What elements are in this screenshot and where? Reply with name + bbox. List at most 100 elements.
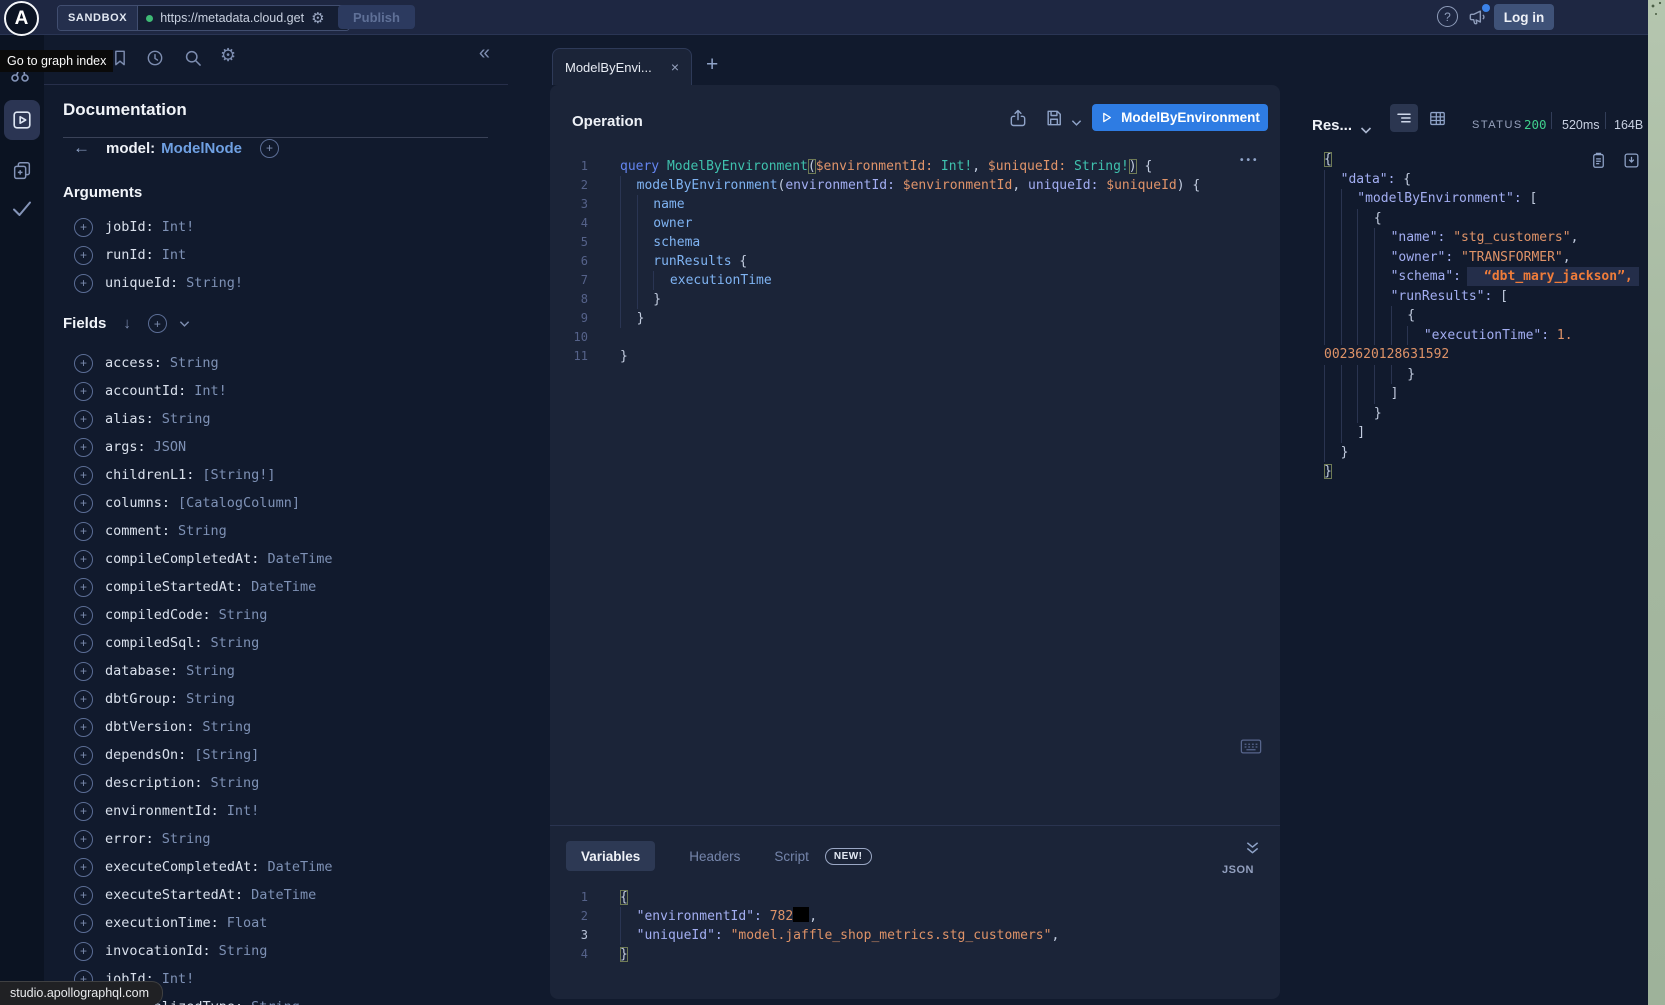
field-name[interactable]: alias: (105, 411, 154, 427)
keyboard-shortcuts-icon[interactable] (1240, 738, 1262, 760)
add-to-query-button[interactable]: + (74, 718, 93, 737)
field-name[interactable]: args: (105, 439, 146, 455)
code-line[interactable]: "executionTime": 1. (1324, 326, 1646, 346)
field-name[interactable]: error: (105, 831, 154, 847)
field-name[interactable]: accountId: (105, 383, 186, 399)
new-tab-button[interactable]: + (706, 53, 718, 77)
field-type[interactable]: JSON (154, 439, 187, 455)
code-line[interactable]: "owner": "TRANSFORMER", (1324, 248, 1646, 268)
code-line[interactable]: } (1324, 365, 1646, 385)
code-line[interactable]: 4owner (550, 214, 1280, 233)
field-type[interactable]: String (162, 831, 211, 847)
code-line[interactable]: 1query ModelByEnvironment($environmentId… (550, 157, 1280, 176)
code-line[interactable]: "schema":“dbt_mary_jackson”, (1324, 267, 1646, 287)
add-to-query-button[interactable]: + (74, 858, 93, 877)
field-type[interactable]: [CatalogColumn] (178, 495, 300, 511)
field-name[interactable]: compiledSql: (105, 635, 203, 651)
code-line[interactable]: } (1324, 443, 1646, 463)
add-to-query-button[interactable]: + (74, 218, 93, 237)
sidebar-item-operation-collections[interactable] (11, 160, 33, 182)
run-operation-button[interactable]: ModelByEnvironment (1092, 104, 1268, 131)
field-name[interactable]: executeStartedAt: (105, 887, 243, 903)
response-type-chevron-icon[interactable] (1360, 122, 1372, 140)
response-tree-view-button[interactable] (1390, 104, 1418, 132)
code-line[interactable]: 3name (550, 195, 1280, 214)
publish-button[interactable]: Publish (338, 5, 415, 29)
field-name[interactable]: description: (105, 775, 203, 791)
save-operation-icon[interactable] (1044, 108, 1064, 133)
announcements-icon[interactable] (1467, 7, 1487, 27)
field-name[interactable]: database: (105, 663, 178, 679)
field-name[interactable]: columns: (105, 495, 170, 511)
field-name[interactable]: dependsOn: (105, 747, 186, 763)
add-to-query-button[interactable]: + (74, 466, 93, 485)
add-to-query-button[interactable]: + (74, 354, 93, 373)
apollo-logo[interactable]: A (4, 1, 39, 36)
breadcrumb-type[interactable]: ModelNode (161, 140, 242, 157)
response-table-view-button[interactable] (1428, 109, 1447, 133)
code-line[interactable]: "name": "stg_customers", (1324, 228, 1646, 248)
code-line[interactable]: "data": { (1324, 170, 1646, 190)
field-type[interactable]: String (211, 775, 260, 791)
field-name[interactable]: compiledCode: (105, 607, 211, 623)
code-line[interactable]: } (1324, 462, 1646, 482)
field-type[interactable]: [String] (194, 747, 259, 763)
add-to-query-button[interactable]: + (74, 802, 93, 821)
field-name[interactable]: jobId: (105, 219, 154, 235)
field-type[interactable]: DateTime (251, 579, 316, 595)
field-name[interactable]: compileCompletedAt: (105, 551, 259, 567)
add-to-query-button[interactable]: + (74, 274, 93, 293)
add-to-query-button[interactable]: + (74, 830, 93, 849)
field-type[interactable]: String (178, 523, 227, 539)
code-line[interactable]: { (1324, 209, 1646, 229)
field-type[interactable]: String (162, 411, 211, 427)
code-line[interactable]: { (1324, 306, 1646, 326)
field-type[interactable]: String (202, 719, 251, 735)
chevron-down-icon[interactable] (179, 315, 190, 333)
field-name[interactable]: dbtVersion: (105, 719, 194, 735)
code-line[interactable]: 5schema (550, 233, 1280, 252)
add-to-query-button[interactable]: + (74, 578, 93, 597)
search-icon[interactable] (183, 48, 203, 73)
tab-script[interactable]: Script (772, 841, 811, 871)
code-line[interactable]: 9} (550, 309, 1280, 328)
endpoint-settings-icon[interactable]: ⚙ (311, 11, 324, 26)
code-line[interactable]: } (1324, 404, 1646, 424)
close-tab-icon[interactable]: × (671, 59, 679, 75)
response-json-viewer[interactable]: {"data": {"modelByEnvironment": [{"name"… (1324, 150, 1646, 482)
field-type[interactable]: String (211, 635, 260, 651)
sort-fields-icon[interactable]: ↓ (123, 315, 131, 332)
field-name[interactable]: executionTime: (105, 915, 219, 931)
field-type[interactable]: Int (162, 247, 186, 263)
field-type[interactable]: String (251, 999, 300, 1005)
collapse-variables-icon[interactable] (1245, 841, 1260, 860)
field-type[interactable]: String (186, 663, 235, 679)
code-line[interactable]: ] (1324, 423, 1646, 443)
add-to-query-button[interactable]: + (74, 246, 93, 265)
code-line[interactable]: 0023620128631592 (1324, 345, 1646, 365)
tab-label[interactable]: ModelByEnvi... (565, 60, 663, 75)
field-type[interactable]: Float (227, 915, 268, 931)
code-line[interactable]: 11} (550, 347, 1280, 366)
settings-gear-icon[interactable]: ⚙ (220, 45, 236, 66)
add-to-query-button[interactable]: + (74, 494, 93, 513)
code-line[interactable]: "modelByEnvironment": [ (1324, 189, 1646, 209)
add-to-query-button[interactable]: + (74, 774, 93, 793)
field-name[interactable]: childrenL1: (105, 467, 194, 483)
graphql-editor[interactable]: 1query ModelByEnvironment($environmentId… (550, 157, 1280, 366)
field-type[interactable]: Int! (162, 971, 195, 987)
collapse-panel-icon[interactable]: « (479, 42, 490, 65)
add-to-query-button[interactable]: + (74, 662, 93, 681)
endpoint-input[interactable]: https://metadata.cloud.get ⚙ (138, 6, 349, 30)
endpoint-url[interactable]: https://metadata.cloud.get (160, 11, 304, 25)
code-line[interactable]: 2"environmentId": 782, (550, 907, 1280, 926)
field-name[interactable]: uniqueId: (105, 275, 178, 291)
add-to-query-button[interactable]: + (74, 522, 93, 541)
add-to-query-button[interactable]: + (74, 410, 93, 429)
field-name[interactable]: dbtGroup: (105, 691, 178, 707)
code-line[interactable]: ] (1324, 384, 1646, 404)
tab-headers[interactable]: Headers (687, 841, 742, 871)
operation-tab[interactable]: ModelByEnvi... × (552, 48, 692, 85)
add-to-query-button[interactable]: + (74, 914, 93, 933)
add-all-fields-button[interactable]: + (260, 139, 279, 158)
